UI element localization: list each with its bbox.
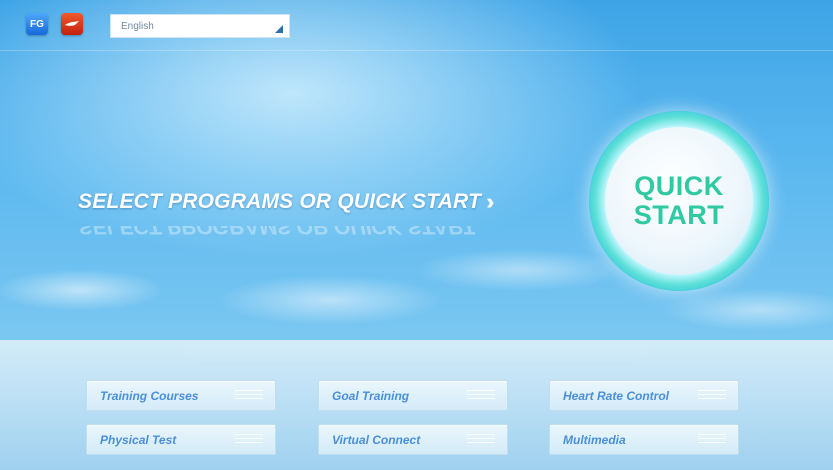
menu-lines-icon [235,433,263,446]
swoosh-icon [65,21,79,26]
physical-test-button[interactable]: Physical Test [86,424,276,455]
button-label: Goal Training [332,388,410,403]
menu-lines-icon [235,389,263,402]
headline-reflection: SELECT PROGRAMS OR QUICK START [78,215,476,238]
button-label: Training Courses [100,388,199,403]
quick-start-button[interactable]: QUICK START [605,127,753,275]
menu-lines-icon [698,433,726,446]
goal-training-button[interactable]: Goal Training [318,380,508,411]
virtual-connect-button[interactable]: Virtual Connect [318,424,508,455]
top-bar: FG English [0,0,833,51]
page-headline: SELECT PROGRAMS OR QUICK START [78,190,482,213]
language-select[interactable]: English [110,14,290,38]
button-label: Virtual Connect [332,432,421,447]
fg-app-icon[interactable]: FG [26,13,48,35]
quick-start-label-line2: START [633,200,725,230]
quick-start-label-line1: QUICK [634,171,724,201]
menu-lines-icon [698,389,726,402]
multimedia-button[interactable]: Multimedia [549,424,739,455]
button-label: Heart Rate Control [563,388,670,403]
heart-rate-control-button[interactable]: Heart Rate Control [549,380,739,411]
menu-lines-icon [467,433,495,446]
button-label: Multimedia [563,432,626,447]
main-screen: FG English SELECT PROGRAMS OR QUICK STAR… [0,0,833,470]
red-app-icon[interactable] [61,13,83,35]
training-courses-button[interactable]: Training Courses [86,380,276,411]
button-label: Physical Test [100,432,177,447]
dropdown-arrow-icon [275,25,283,33]
chevrons-icon: ››››› [486,189,493,214]
menu-lines-icon [467,389,495,402]
language-select-value: English [121,20,154,32]
